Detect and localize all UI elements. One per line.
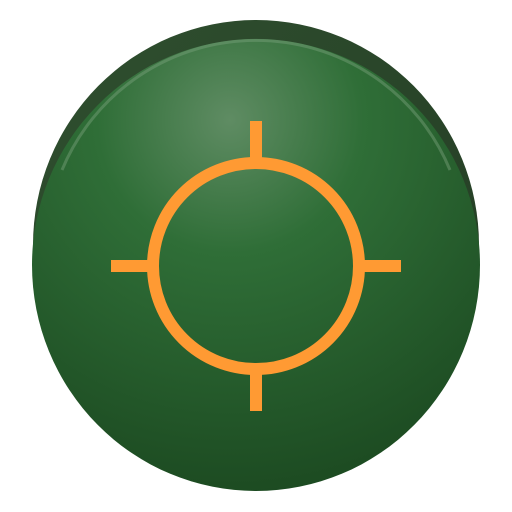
app-icon[interactable] bbox=[0, 0, 512, 512]
gps-crosshair-icon bbox=[32, 20, 480, 491]
icon-face bbox=[32, 39, 480, 491]
